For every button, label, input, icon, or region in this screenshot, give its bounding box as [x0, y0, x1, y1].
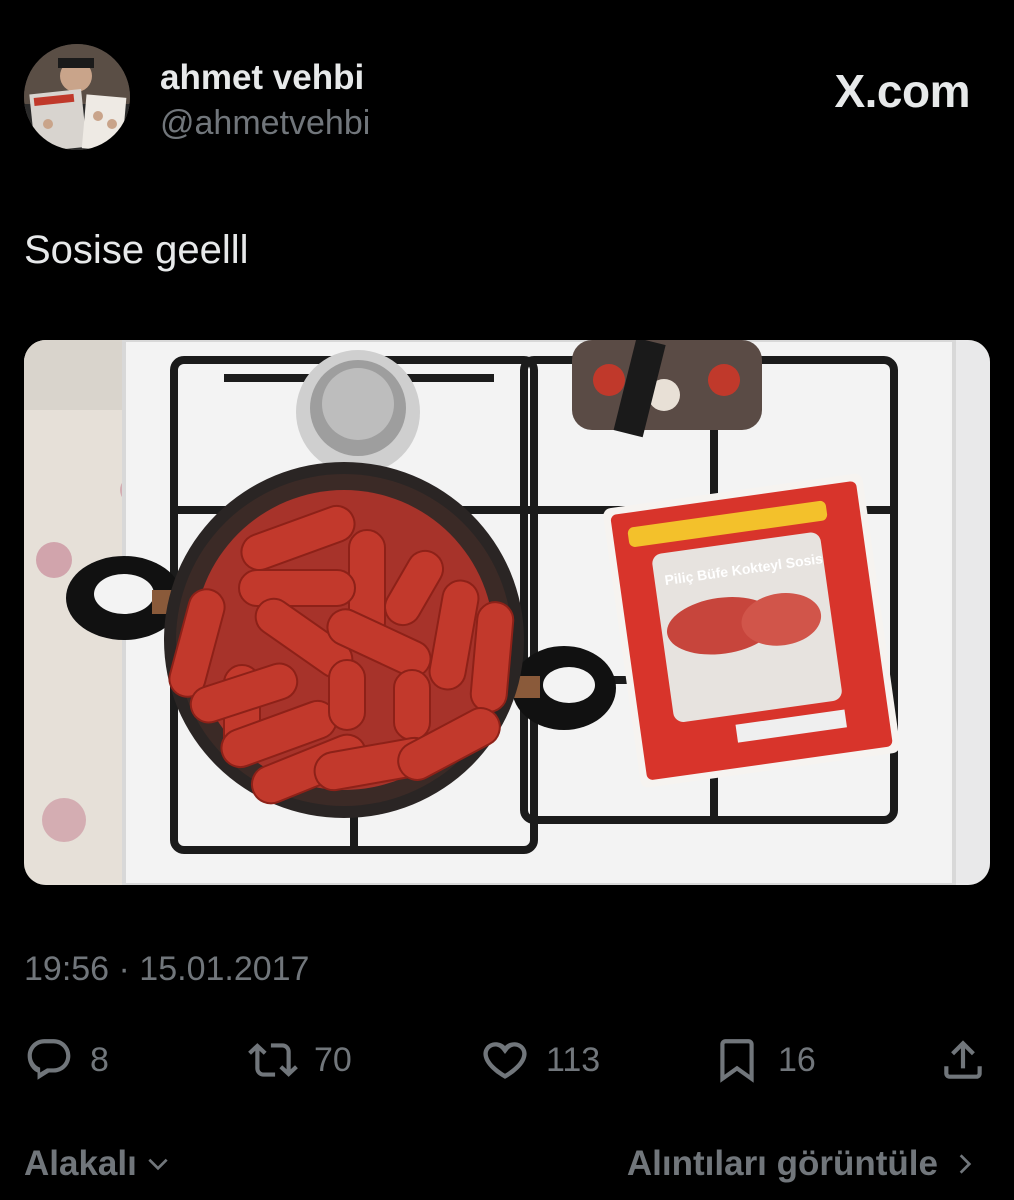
author-display-name[interactable]: ahmet vehbi: [160, 58, 364, 98]
bookmark-icon: [720, 1039, 754, 1083]
tweet-timestamp[interactable]: 19:56 · 15.01.2017: [24, 950, 309, 989]
retweet-icon: [248, 1043, 298, 1077]
tweet-footer: Alakalı Alıntıları görüntüle: [0, 1140, 1014, 1190]
retweet-button[interactable]: 70: [248, 1030, 352, 1090]
author-handle[interactable]: @ahmetvehbi: [160, 104, 370, 143]
reply-button[interactable]: 8: [24, 1030, 109, 1090]
tweet-media-image[interactable]: Piliç Büfe Kokteyl Sosis: [24, 340, 990, 885]
view-quotes-link[interactable]: Alıntıları görüntüle: [627, 1144, 978, 1184]
avatar[interactable]: [24, 44, 130, 150]
tweet-header: ahmet vehbi @ahmetvehbi X.com: [0, 0, 1014, 180]
chevron-down-icon: [148, 1158, 168, 1171]
bookmark-button[interactable]: 16: [712, 1030, 816, 1090]
sort-relevance-button[interactable]: Alakalı: [24, 1144, 171, 1184]
share-icon: [944, 1040, 982, 1079]
tweet-text: Sosise geelll: [24, 228, 249, 272]
tweet-actions-bar: 8 70 113 16: [0, 1030, 1014, 1090]
brand-text: X.com: [834, 65, 970, 117]
bookmark-count: 16: [778, 1040, 816, 1079]
brand-label: X.com: [834, 64, 970, 118]
retweet-count: 70: [314, 1040, 352, 1079]
chevron-right-icon: [959, 1154, 972, 1174]
sort-label: Alakalı: [24, 1144, 137, 1183]
like-icon: [483, 1042, 527, 1079]
like-button[interactable]: 113: [480, 1030, 600, 1090]
like-count: 113: [546, 1040, 601, 1079]
reply-icon: [27, 1039, 71, 1080]
reply-count: 8: [90, 1040, 109, 1079]
share-button[interactable]: [938, 1030, 1004, 1090]
quotes-label: Alıntıları görüntüle: [626, 1144, 938, 1183]
